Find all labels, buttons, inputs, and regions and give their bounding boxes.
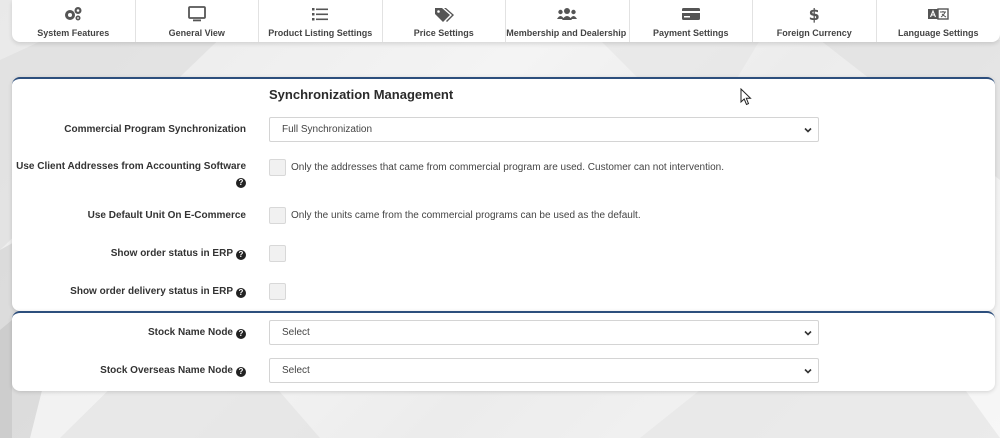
client-addresses-label: Use Client Addresses from Accounting Sof…	[6, 159, 246, 189]
chevron-down-icon	[804, 127, 812, 133]
help-icon[interactable]: ?	[236, 329, 246, 339]
cogs-icon	[63, 4, 83, 24]
tab-label: General View	[168, 28, 225, 38]
client-addresses-hint: Only the addresses that came from commer…	[291, 162, 724, 173]
select-value: Select	[282, 365, 310, 376]
select-value: Full Synchronization	[282, 124, 373, 135]
tab-label: Foreign Currency	[776, 28, 852, 38]
tab-language-settings[interactable]: Language Settings	[877, 0, 1000, 42]
chevron-down-icon	[804, 330, 812, 336]
tab-product-listing-settings[interactable]: Product Listing Settings	[259, 0, 383, 42]
default-unit-checkbox[interactable]	[269, 207, 286, 224]
stock-name-node-select[interactable]: Select	[269, 320, 819, 345]
commercial-sync-select[interactable]: Full Synchronization	[269, 117, 819, 142]
mouse-cursor-icon	[740, 88, 752, 106]
tab-label: Membership and Dealership Se	[506, 28, 629, 38]
default-unit-label: Use Default Unit On E-Commerce	[87, 210, 246, 221]
tab-label: System Features	[37, 28, 110, 38]
dollar-icon: $	[808, 4, 820, 24]
stock-node-panel: Stock Name Node? Select Stock Overseas N…	[12, 311, 995, 391]
help-icon[interactable]: ?	[236, 288, 246, 298]
delivery-status-checkbox[interactable]	[269, 283, 286, 300]
delivery-status-label: Show order delivery status in ERP?	[6, 284, 246, 299]
tab-label: Product Listing Settings	[268, 28, 373, 38]
tags-icon	[433, 4, 455, 24]
monitor-icon	[187, 4, 207, 24]
tab-label: Language Settings	[897, 28, 979, 38]
stock-name-node-label-text: Stock Name Node	[147, 327, 233, 338]
stock-name-node-label: Stock Name Node?	[6, 325, 246, 340]
help-icon[interactable]: ?	[236, 250, 246, 260]
help-icon[interactable]: ?	[236, 178, 246, 188]
tab-foreign-currency[interactable]: $ Foreign Currency	[753, 0, 877, 42]
users-icon	[556, 4, 578, 24]
chevron-down-icon	[804, 368, 812, 374]
tab-membership-dealership[interactable]: Membership and Dealership Se	[506, 0, 630, 42]
help-icon[interactable]: ?	[236, 367, 246, 377]
credit-card-icon	[681, 4, 701, 24]
section-title: Synchronization Management	[269, 87, 454, 102]
select-value: Select	[282, 327, 310, 338]
stock-overseas-node-label-text: Stock Overseas Name Node	[100, 365, 233, 376]
list-icon	[310, 4, 330, 24]
tab-label: Price Settings	[413, 28, 474, 38]
order-status-label-text: Show order status in ERP	[110, 248, 233, 259]
tab-label: Payment Settings	[652, 28, 729, 38]
stock-overseas-node-select[interactable]: Select	[269, 358, 819, 383]
order-status-label: Show order status in ERP?	[6, 246, 246, 261]
order-status-checkbox[interactable]	[269, 245, 286, 262]
commercial-sync-label: Commercial Program Synchronization	[64, 124, 246, 135]
tab-general-view[interactable]: General View	[136, 0, 259, 42]
tab-price-settings[interactable]: Price Settings	[383, 0, 506, 42]
stock-overseas-node-label: Stock Overseas Name Node?	[6, 363, 246, 378]
settings-tab-bar: System Features General View Product Lis…	[12, 0, 1000, 42]
delivery-status-label-text: Show order delivery status in ERP	[70, 286, 233, 297]
tab-system-features[interactable]: System Features	[12, 0, 136, 42]
synchronization-panel: Synchronization Management Commercial Pr…	[12, 77, 995, 311]
client-addresses-label-text: Use Client Addresses from Accounting Sof…	[16, 161, 246, 172]
language-icon	[927, 4, 949, 24]
client-addresses-checkbox[interactable]	[269, 159, 286, 176]
default-unit-hint: Only the units came from the commercial …	[291, 210, 641, 221]
tab-payment-settings[interactable]: Payment Settings	[630, 0, 753, 42]
